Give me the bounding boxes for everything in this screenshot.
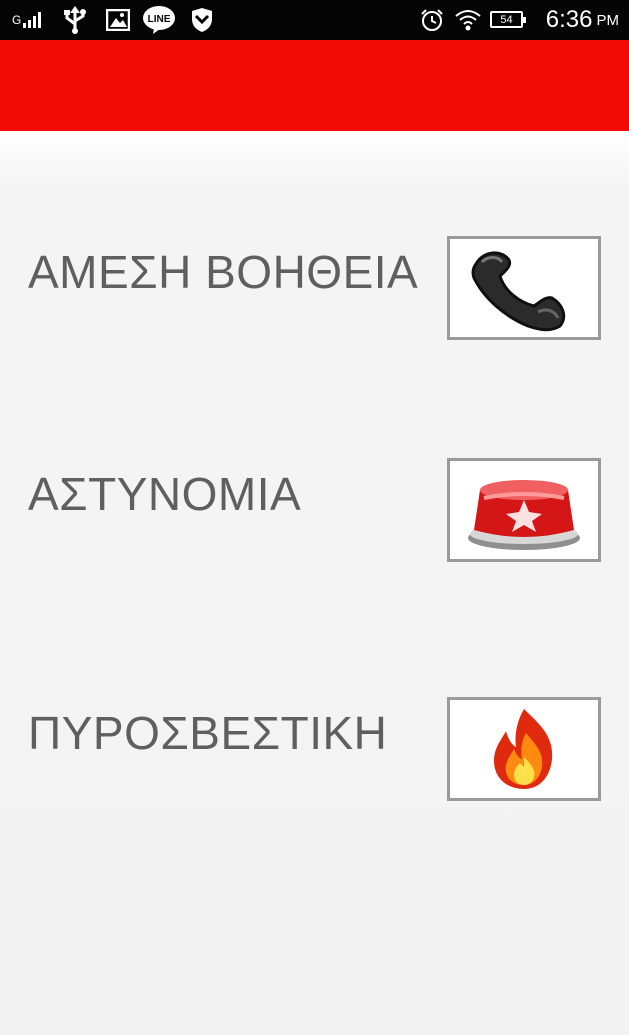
clock: 6:36 PM (546, 0, 619, 40)
content-area: ΑΜΕΣΗ ΒΟΗΘΕΙΑ ΑΣΤΥΝΟΜΙΑ ΠΥΡΟΣΒΕΣΤΙΚΗ (0, 131, 629, 1035)
clock-time: 6:36 (545, 6, 593, 33)
emergency-label: ΑΜΕΣΗ ΒΟΗΘΕΙΑ (28, 246, 419, 298)
fire-icon (494, 709, 553, 789)
status-bar: G LINE 54 6:36 PM (0, 0, 629, 40)
police-siren-icon (468, 480, 580, 550)
network-type: G (12, 13, 22, 27)
signal-icon: G (12, 0, 42, 40)
alarm-icon (420, 0, 444, 40)
line-icon: LINE (142, 0, 176, 40)
emergency-call-button[interactable] (447, 236, 601, 340)
wifi-icon (454, 0, 482, 40)
app-bar (0, 40, 629, 131)
fire-label: ΠΥΡΟΣΒΕΣΤΙΚΗ (28, 707, 388, 759)
clock-ampm: PM (596, 11, 620, 29)
police-label: ΑΣΤΥΝΟΜΙΑ (28, 468, 302, 520)
emergency-row: ΑΜΕΣΗ ΒΟΗΘΕΙΑ (0, 236, 629, 340)
vpn-icon (190, 0, 214, 40)
battery-icon: 54 (490, 11, 526, 28)
police-row: ΑΣΤΥΝΟΜΙΑ (0, 458, 629, 562)
fire-call-button[interactable] (447, 697, 601, 801)
image-icon (106, 0, 130, 40)
svg-text:LINE: LINE (148, 14, 171, 25)
phone-handset-icon (471, 251, 566, 332)
usb-icon (62, 0, 88, 40)
battery-level: 54 (500, 13, 513, 26)
police-call-button[interactable] (447, 458, 601, 562)
fire-row: ΠΥΡΟΣΒΕΣΤΙΚΗ (0, 697, 629, 801)
